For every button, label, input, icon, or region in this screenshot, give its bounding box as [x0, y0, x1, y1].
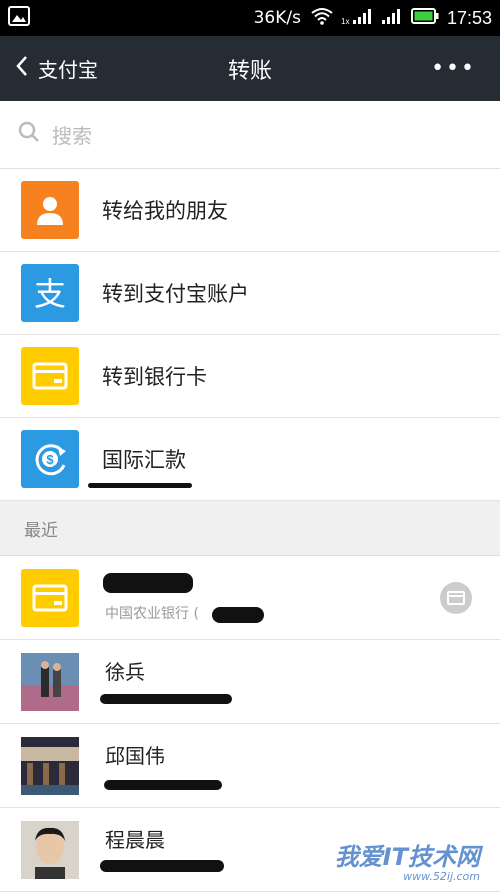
international-remittance[interactable]: $ 国际汇款 — [0, 418, 500, 501]
bank-card-badge-icon — [440, 582, 472, 614]
redaction-mark — [212, 607, 264, 623]
dollar-icon: $ — [21, 430, 79, 488]
more-menu-button[interactable]: ••• — [431, 56, 476, 81]
contact-row[interactable]: 徐兵 — [0, 640, 500, 724]
menu-label: 转给我的朋友 — [102, 199, 228, 223]
chevron-left-icon — [16, 55, 28, 82]
contact-name: 徐兵 — [105, 660, 145, 684]
menu-label: 转到银行卡 — [102, 365, 207, 389]
contact-subtitle: 中国农业银行 ( — [105, 605, 199, 622]
redaction-mark — [88, 483, 192, 488]
watermark-logo: 我爱IT技术网 www.52ij.com — [335, 837, 480, 883]
transfer-to-bank-card[interactable]: 转到银行卡 — [0, 335, 500, 418]
menu-label: 国际汇款 — [102, 448, 186, 472]
transfer-to-friend[interactable]: 转给我的朋友 — [0, 169, 500, 252]
avatar — [21, 736, 79, 795]
signal-2-icon — [381, 7, 403, 30]
search-icon — [18, 121, 52, 148]
redaction-mark — [103, 573, 193, 593]
svg-text:支: 支 — [34, 275, 66, 312]
contact-name: 邱国伟 — [105, 744, 165, 768]
redaction-mark — [104, 780, 222, 790]
redaction-mark — [100, 694, 232, 704]
contact-row[interactable]: 中国农业银行 ( — [0, 556, 500, 640]
clock: 17:53 — [446, 7, 492, 28]
watermark-text: 我爱IT技术网 — [334, 843, 480, 871]
battery-icon — [410, 7, 439, 29]
contact-name: 程晨晨 — [105, 828, 165, 852]
image-notification-icon — [8, 5, 30, 31]
card-icon — [21, 347, 79, 405]
contact-row[interactable]: 邱国伟 — [0, 724, 500, 808]
card-icon — [21, 568, 79, 627]
recent-section-header: 最近 — [0, 501, 500, 556]
status-bar: 36K/s 1x 17:53 — [0, 0, 500, 36]
svg-text:1x: 1x — [341, 17, 349, 25]
network-speed: 36K/s — [253, 8, 301, 28]
alipay-icon: 支 — [21, 264, 79, 322]
watermark-url: www.52ij.com — [403, 870, 480, 883]
transfer-to-alipay-account[interactable]: 支 转到支付宝账户 — [0, 252, 500, 335]
wifi-icon — [311, 7, 333, 30]
back-button[interactable]: 支付宝 — [0, 54, 98, 83]
nav-bar: 支付宝 转账 ••• — [0, 36, 500, 101]
svg-text:$: $ — [46, 452, 54, 467]
search-bar[interactable]: 搜索 — [0, 101, 500, 169]
menu-label: 转到支付宝账户 — [102, 282, 249, 306]
avatar — [21, 652, 79, 711]
signal-1-icon: 1x — [341, 7, 375, 30]
avatar — [21, 820, 79, 879]
search-placeholder: 搜索 — [52, 124, 92, 148]
redaction-mark — [100, 860, 224, 872]
back-label: 支付宝 — [38, 58, 98, 82]
person-icon — [21, 181, 79, 239]
